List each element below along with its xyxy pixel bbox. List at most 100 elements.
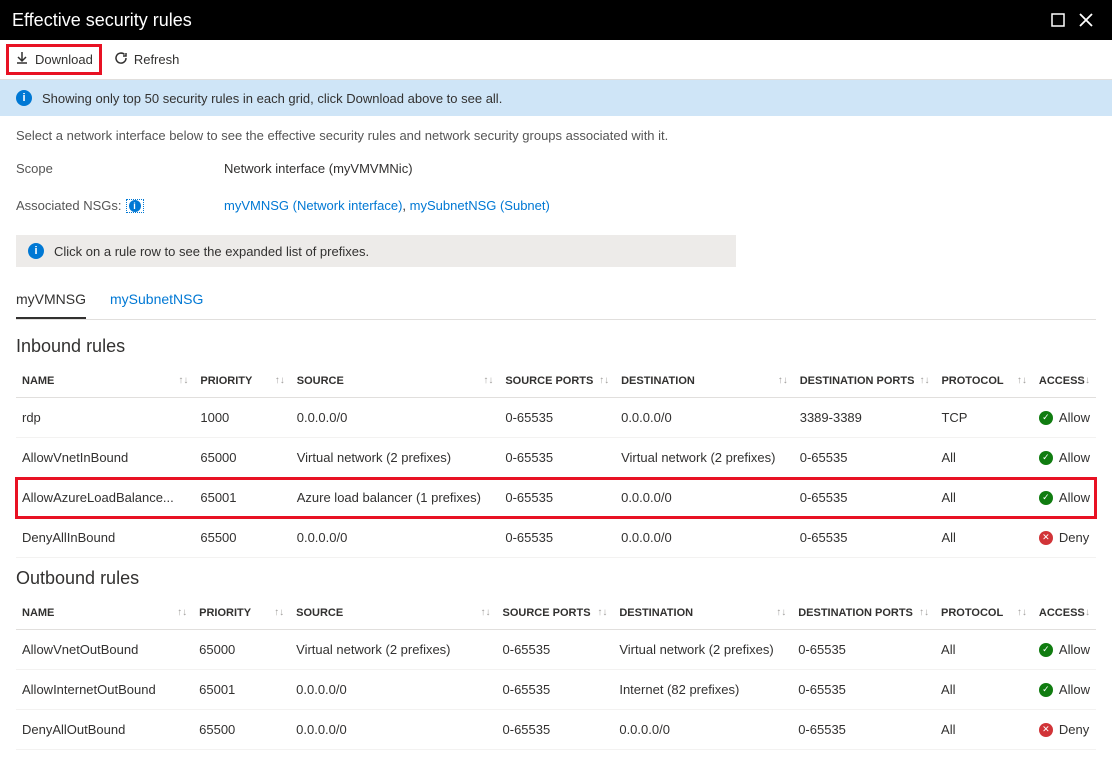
column-header-priority[interactable]: Priority↑↓: [194, 365, 290, 398]
cell-source: Virtual network (2 prefixes): [290, 630, 496, 670]
tab-mysubnetnsg[interactable]: mySubnetNSG: [110, 285, 203, 319]
close-icon[interactable]: [1072, 6, 1100, 34]
table-header-row: Name↑↓Priority↑↓Source↑↓Source Ports↑↓De…: [16, 365, 1096, 398]
cell-sports: 0-65535: [499, 438, 615, 478]
cell-dports: 0-65535: [792, 710, 935, 750]
cell-protocol: All: [935, 630, 1033, 670]
cell-source: 0.0.0.0/0: [290, 710, 496, 750]
info-icon: i: [16, 90, 32, 106]
sort-icon: ↑↓: [1080, 377, 1090, 385]
description-text: Select a network interface below to see …: [16, 128, 1096, 143]
column-header-name[interactable]: Name↑↓: [16, 597, 193, 630]
cell-protocol: All: [935, 478, 1032, 518]
nsg-link-interface[interactable]: myVMNSG (Network interface): [224, 198, 402, 213]
inbound-rules-table: Name↑↓Priority↑↓Source↑↓Source Ports↑↓De…: [16, 365, 1096, 558]
table-row[interactable]: rdp10000.0.0.0/00-655350.0.0.0/03389-338…: [16, 398, 1096, 438]
column-header-source[interactable]: Source↑↓: [291, 365, 500, 398]
hint-bar: i Click on a rule row to see the expande…: [16, 235, 736, 267]
access-text: Allow: [1059, 410, 1090, 425]
cell-sports: 0-65535: [499, 518, 615, 558]
sort-icon: ↑↓: [481, 609, 491, 617]
cell-name: DenyAllInBound: [16, 518, 194, 558]
access-text: Allow: [1059, 642, 1090, 657]
cell-sports: 0-65535: [499, 478, 615, 518]
cell-priority: 65000: [193, 630, 290, 670]
nsg-link-subnet[interactable]: mySubnetNSG (Subnet): [410, 198, 550, 213]
table-row[interactable]: AllowVnetInBound65000Virtual network (2 …: [16, 438, 1096, 478]
sort-icon: ↑↓: [599, 377, 609, 385]
cell-sports: 0-65535: [497, 710, 614, 750]
table-row[interactable]: AllowInternetOutBound650010.0.0.0/00-655…: [16, 670, 1096, 710]
cell-source: Virtual network (2 prefixes): [291, 438, 500, 478]
cell-protocol: All: [935, 518, 1032, 558]
cell-dest: 0.0.0.0/0: [615, 478, 794, 518]
maximize-icon[interactable]: [1044, 6, 1072, 34]
table-row[interactable]: DenyAllInBound655000.0.0.0/00-655350.0.0…: [16, 518, 1096, 558]
cell-source: Azure load balancer (1 prefixes): [291, 478, 500, 518]
cell-protocol: All: [935, 670, 1033, 710]
column-header-dports[interactable]: Destination Ports↑↓: [792, 597, 935, 630]
cell-dest: Internet (82 prefixes): [613, 670, 792, 710]
column-header-access[interactable]: Access↑↓: [1033, 365, 1096, 398]
cell-name: AllowInternetOutBound: [16, 670, 193, 710]
table-row[interactable]: AllowVnetOutBound65000Virtual network (2…: [16, 630, 1096, 670]
refresh-label: Refresh: [134, 52, 180, 67]
sort-icon: ↑↓: [776, 609, 786, 617]
cell-dest: 0.0.0.0/0: [613, 710, 792, 750]
allow-icon: ✓: [1039, 411, 1053, 425]
cell-name: rdp: [16, 398, 194, 438]
cell-name: AllowVnetOutBound: [16, 630, 193, 670]
cell-dports: 3389-3389: [794, 398, 936, 438]
column-header-sports[interactable]: Source Ports↑↓: [499, 365, 615, 398]
cell-name: AllowAzureLoadBalance...: [16, 478, 194, 518]
download-button[interactable]: Download: [6, 44, 102, 75]
cell-dest: 0.0.0.0/0: [615, 398, 794, 438]
download-icon: [15, 51, 29, 68]
table-row[interactable]: DenyAllOutBound655000.0.0.0/00-655350.0.…: [16, 710, 1096, 750]
column-header-sports[interactable]: Source Ports↑↓: [497, 597, 614, 630]
table-row[interactable]: AllowAzureLoadBalance...65001Azure load …: [16, 478, 1096, 518]
sort-icon: ↑↓: [778, 377, 788, 385]
cell-source: 0.0.0.0/0: [291, 398, 500, 438]
cell-dports: 0-65535: [792, 630, 935, 670]
nsg-tabs: myVMNSG mySubnetNSG: [16, 285, 1096, 320]
column-header-dest[interactable]: Destination↑↓: [615, 365, 794, 398]
column-header-dports[interactable]: Destination Ports↑↓: [794, 365, 936, 398]
cell-access: ✓Allow: [1033, 670, 1096, 710]
nsgs-label: Associated NSGs: i: [16, 198, 224, 213]
column-header-priority[interactable]: Priority↑↓: [193, 597, 290, 630]
access-text: Allow: [1059, 682, 1090, 697]
cell-access: ✓Allow: [1033, 478, 1096, 518]
sort-icon: ↑↓: [919, 609, 929, 617]
allow-icon: ✓: [1039, 451, 1053, 465]
cell-protocol: All: [935, 710, 1033, 750]
column-header-protocol[interactable]: Protocol↑↓: [935, 365, 1032, 398]
refresh-button[interactable]: Refresh: [114, 51, 180, 68]
cell-sports: 0-65535: [497, 630, 614, 670]
nsgs-row: Associated NSGs: i myVMNSG (Network inte…: [16, 198, 1096, 213]
cell-protocol: All: [935, 438, 1032, 478]
cell-source: 0.0.0.0/0: [291, 518, 500, 558]
deny-icon: ✕: [1039, 723, 1053, 737]
scope-label: Scope: [16, 161, 224, 176]
access-text: Deny: [1059, 530, 1089, 545]
column-header-source[interactable]: Source↑↓: [290, 597, 496, 630]
scope-row: Scope Network interface (myVMVMNic): [16, 161, 1096, 176]
sort-icon: ↑↓: [178, 377, 188, 385]
tab-myvmnsg[interactable]: myVMNSG: [16, 285, 86, 319]
cell-access: ✓ Allow: [1033, 398, 1096, 438]
column-header-name[interactable]: Name↑↓: [16, 365, 194, 398]
refresh-icon: [114, 51, 128, 68]
access-text: Deny: [1059, 722, 1089, 737]
sort-icon: ↑↓: [1080, 609, 1090, 617]
column-header-protocol[interactable]: Protocol↑↓: [935, 597, 1033, 630]
outbound-section-title: Outbound rules: [16, 568, 1096, 589]
cell-sports: 0-65535: [497, 670, 614, 710]
cell-access: ✕Deny: [1033, 518, 1096, 558]
cell-dports: 0-65535: [792, 670, 935, 710]
column-header-dest[interactable]: Destination↑↓: [613, 597, 792, 630]
info-icon[interactable]: i: [126, 199, 144, 213]
column-header-access[interactable]: Access↑↓: [1033, 597, 1096, 630]
allow-icon: ✓: [1039, 491, 1053, 505]
cell-dest: Virtual network (2 prefixes): [615, 438, 794, 478]
